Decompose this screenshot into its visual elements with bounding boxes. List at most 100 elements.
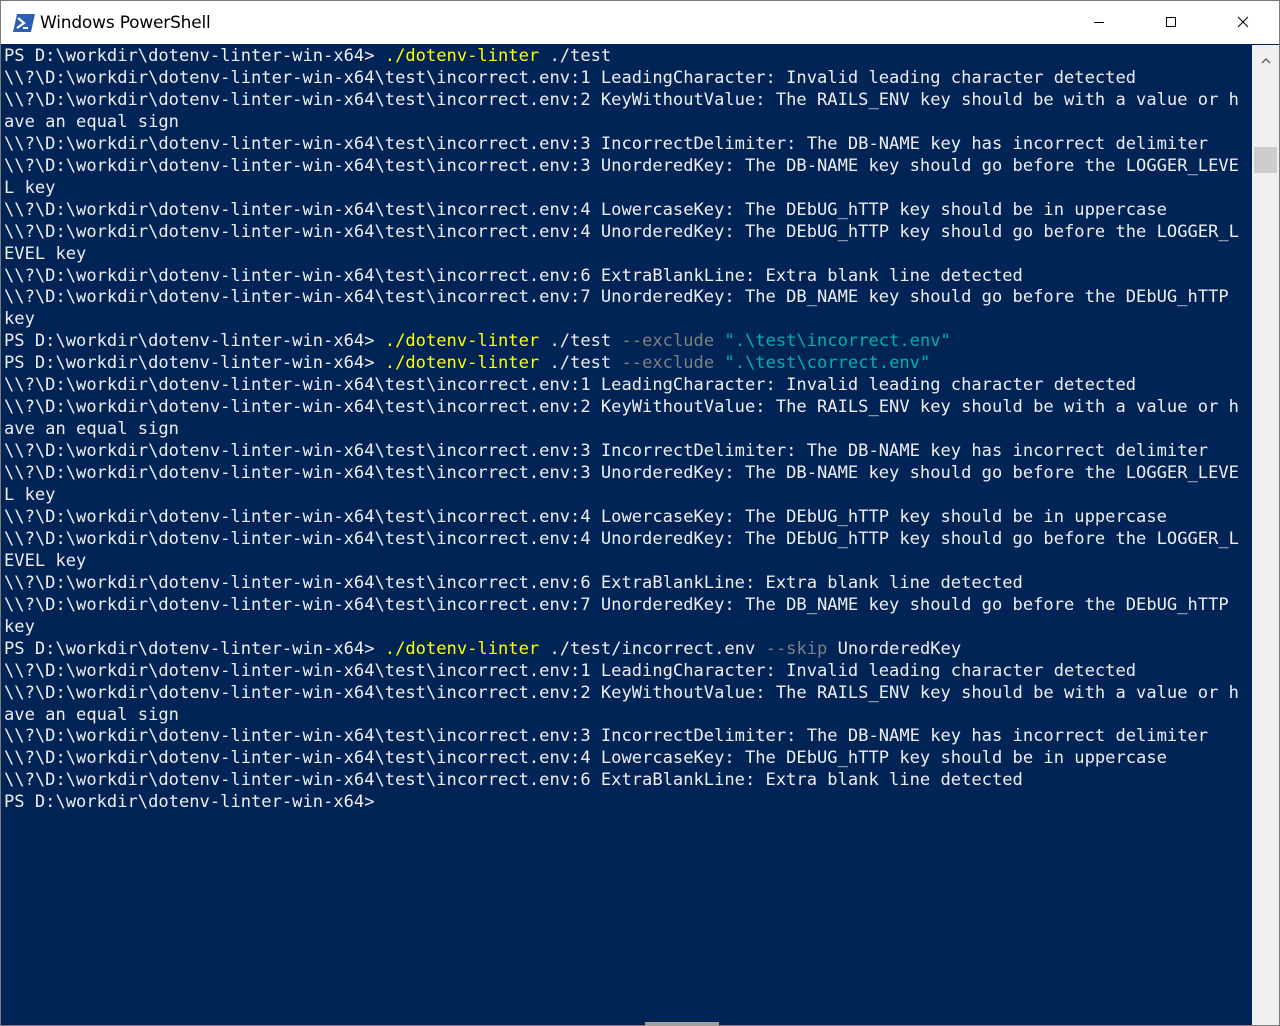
console-line: \\?\D:\workdir\dotenv-linter-win-x64\tes… — [4, 396, 1239, 418]
console-line: PS D:\workdir\dotenv-linter-win-x64> ./d… — [4, 352, 930, 374]
console-line: PS D:\workdir\dotenv-linter-win-x64> ./d… — [4, 330, 951, 352]
console-line: \\?\D:\workdir\dotenv-linter-win-x64\tes… — [4, 462, 1239, 484]
console-text-segment: L key — [4, 177, 56, 198]
scroll-up-icon — [1261, 49, 1271, 68]
scroll-up-button[interactable] — [1252, 47, 1279, 69]
console-text-segment: \\?\D:\workdir\dotenv-linter-win-x64\tes… — [4, 748, 1167, 769]
console-text-segment: PS D:\workdir\dotenv-linter-win-x64> — [4, 353, 385, 374]
console-line: \\?\D:\workdir\dotenv-linter-win-x64\tes… — [4, 199, 1167, 221]
console-text-segment: \\?\D:\workdir\dotenv-linter-win-x64\tes… — [4, 528, 1239, 549]
console-line: ave an equal sign — [4, 418, 179, 440]
console-text-segment: UnorderedKey — [827, 638, 962, 659]
resize-grip[interactable] — [645, 1022, 719, 1026]
console-line: PS D:\workdir\dotenv-linter-win-x64> — [4, 791, 375, 813]
scrollbar-thumb[interactable] — [1254, 147, 1277, 173]
minimize-icon — [1093, 13, 1105, 32]
console-line: \\?\D:\workdir\dotenv-linter-win-x64\tes… — [4, 440, 1208, 462]
console-text-segment: ./test — [539, 353, 622, 374]
console-line: \\?\D:\workdir\dotenv-linter-win-x64\tes… — [4, 594, 1229, 616]
powershell-icon — [13, 13, 35, 33]
console-line: key — [4, 308, 35, 330]
console-line: \\?\D:\workdir\dotenv-linter-win-x64\tes… — [4, 528, 1239, 550]
console-text-segment: PS D:\workdir\dotenv-linter-win-x64> — [4, 46, 385, 66]
console-text-segment: ./test/incorrect.env — [539, 638, 766, 659]
console-text-segment: key — [4, 616, 35, 637]
console-text-segment: PS D:\workdir\dotenv-linter-win-x64> — [4, 792, 375, 813]
console-line: ave an equal sign — [4, 111, 179, 133]
console-line: \\?\D:\workdir\dotenv-linter-win-x64\tes… — [4, 155, 1239, 177]
console-line: EVEL key — [4, 243, 86, 265]
console-text-segment: ave an equal sign — [4, 111, 179, 132]
console-text-segment: \\?\D:\workdir\dotenv-linter-win-x64\tes… — [4, 594, 1229, 615]
console-text-segment: \\?\D:\workdir\dotenv-linter-win-x64\tes… — [4, 67, 1137, 88]
console-line: \\?\D:\workdir\dotenv-linter-win-x64\tes… — [4, 660, 1136, 682]
console-line: \\?\D:\workdir\dotenv-linter-win-x64\tes… — [4, 286, 1229, 308]
maximize-button[interactable] — [1135, 1, 1207, 44]
console-text-segment: ave an equal sign — [4, 704, 179, 725]
console-text-segment: EVEL key — [4, 243, 87, 264]
console-text-segment: \\?\D:\workdir\dotenv-linter-win-x64\tes… — [4, 133, 1209, 154]
console-line: PS D:\workdir\dotenv-linter-win-x64> ./d… — [4, 45, 611, 67]
console-text-segment: \\?\D:\workdir\dotenv-linter-win-x64\tes… — [4, 397, 1239, 418]
console-text-segment: PS D:\workdir\dotenv-linter-win-x64> — [4, 331, 385, 352]
console-line: \\?\D:\workdir\dotenv-linter-win-x64\tes… — [4, 747, 1167, 769]
window-title: Windows PowerShell — [40, 12, 211, 33]
console-text-segment: --exclude — [621, 331, 715, 352]
console-text-segment: \\?\D:\workdir\dotenv-linter-win-x64\tes… — [4, 375, 1137, 396]
console-text-segment: ./test — [539, 331, 622, 352]
console-text-segment: EVEL key — [4, 550, 87, 571]
console-line: \\?\D:\workdir\dotenv-linter-win-x64\tes… — [4, 682, 1239, 704]
console-text-segment: key — [4, 309, 35, 330]
console-line: key — [4, 616, 35, 638]
console-text-segment: \\?\D:\workdir\dotenv-linter-win-x64\tes… — [4, 682, 1239, 703]
console-line: \\?\D:\workdir\dotenv-linter-win-x64\tes… — [4, 221, 1239, 243]
close-icon — [1237, 13, 1249, 32]
console-line: \\?\D:\workdir\dotenv-linter-win-x64\tes… — [4, 374, 1136, 396]
console-text-segment: ./test — [539, 46, 612, 66]
console-text-segment: ./dotenv-linter — [384, 353, 540, 374]
close-button[interactable] — [1207, 1, 1279, 44]
console-text-segment: ./dotenv-linter — [384, 46, 540, 66]
console-text-segment — [714, 331, 724, 351]
console-line: \\?\D:\workdir\dotenv-linter-win-x64\tes… — [4, 265, 1023, 287]
console-text-segment: \\?\D:\workdir\dotenv-linter-win-x64\tes… — [4, 221, 1239, 242]
console-text-segment: \\?\D:\workdir\dotenv-linter-win-x64\tes… — [4, 572, 1023, 593]
console-line: \\?\D:\workdir\dotenv-linter-win-x64\tes… — [4, 89, 1239, 111]
console-text-segment: ".\test\correct.env" — [724, 353, 931, 374]
console-line: \\?\D:\workdir\dotenv-linter-win-x64\tes… — [4, 133, 1208, 155]
minimize-button[interactable] — [1063, 1, 1135, 44]
console-text-segment: \\?\D:\workdir\dotenv-linter-win-x64\tes… — [4, 463, 1239, 484]
console-text-segment: \\?\D:\workdir\dotenv-linter-win-x64\tes… — [4, 287, 1229, 308]
title-bar[interactable]: Windows PowerShell — [1, 1, 1279, 44]
console-line: \\?\D:\workdir\dotenv-linter-win-x64\tes… — [4, 572, 1023, 594]
console-text-segment: \\?\D:\workdir\dotenv-linter-win-x64\tes… — [4, 506, 1167, 527]
console-text-segment: L key — [4, 485, 56, 505]
console-text-segment: \\?\D:\workdir\dotenv-linter-win-x64\tes… — [4, 199, 1167, 220]
maximize-icon — [1165, 13, 1177, 32]
console-text-segment: ./dotenv-linter — [384, 331, 540, 352]
console-text-segment: --exclude — [621, 353, 715, 374]
console-text-segment: --skip — [765, 638, 828, 659]
console-text-segment: \\?\D:\workdir\dotenv-linter-win-x64\tes… — [4, 770, 1023, 791]
console-text-segment: \\?\D:\workdir\dotenv-linter-win-x64\tes… — [4, 726, 1209, 747]
console-line: \\?\D:\workdir\dotenv-linter-win-x64\tes… — [4, 67, 1136, 89]
console-line: EVEL key — [4, 550, 86, 572]
window-controls — [1063, 1, 1279, 44]
powershell-window: Windows PowerShell PS D:\workdir\dotenv-… — [0, 0, 1280, 1026]
console-line: \\?\D:\workdir\dotenv-linter-win-x64\tes… — [4, 769, 1023, 791]
console-text-segment: \\?\D:\workdir\dotenv-linter-win-x64\tes… — [4, 155, 1239, 176]
console-text-segment: ./dotenv-linter — [384, 638, 540, 659]
vertical-scrollbar[interactable] — [1252, 45, 1279, 1025]
console-text-segment: \\?\D:\workdir\dotenv-linter-win-x64\tes… — [4, 265, 1023, 286]
console-line: PS D:\workdir\dotenv-linter-win-x64> ./d… — [4, 638, 961, 660]
console-line: L key — [4, 177, 55, 199]
console-line: \\?\D:\workdir\dotenv-linter-win-x64\tes… — [4, 725, 1208, 747]
console-text-segment: \\?\D:\workdir\dotenv-linter-win-x64\tes… — [4, 89, 1239, 110]
console-output[interactable]: PS D:\workdir\dotenv-linter-win-x64> ./d… — [2, 45, 1252, 1025]
console-text-segment: \\?\D:\workdir\dotenv-linter-win-x64\tes… — [4, 660, 1137, 681]
console-line: \\?\D:\workdir\dotenv-linter-win-x64\tes… — [4, 506, 1167, 528]
console-text-segment — [714, 353, 724, 373]
console-text-segment: ave an equal sign — [4, 419, 179, 440]
console-line: L key — [4, 484, 55, 506]
console-line: ave an equal sign — [4, 704, 179, 726]
